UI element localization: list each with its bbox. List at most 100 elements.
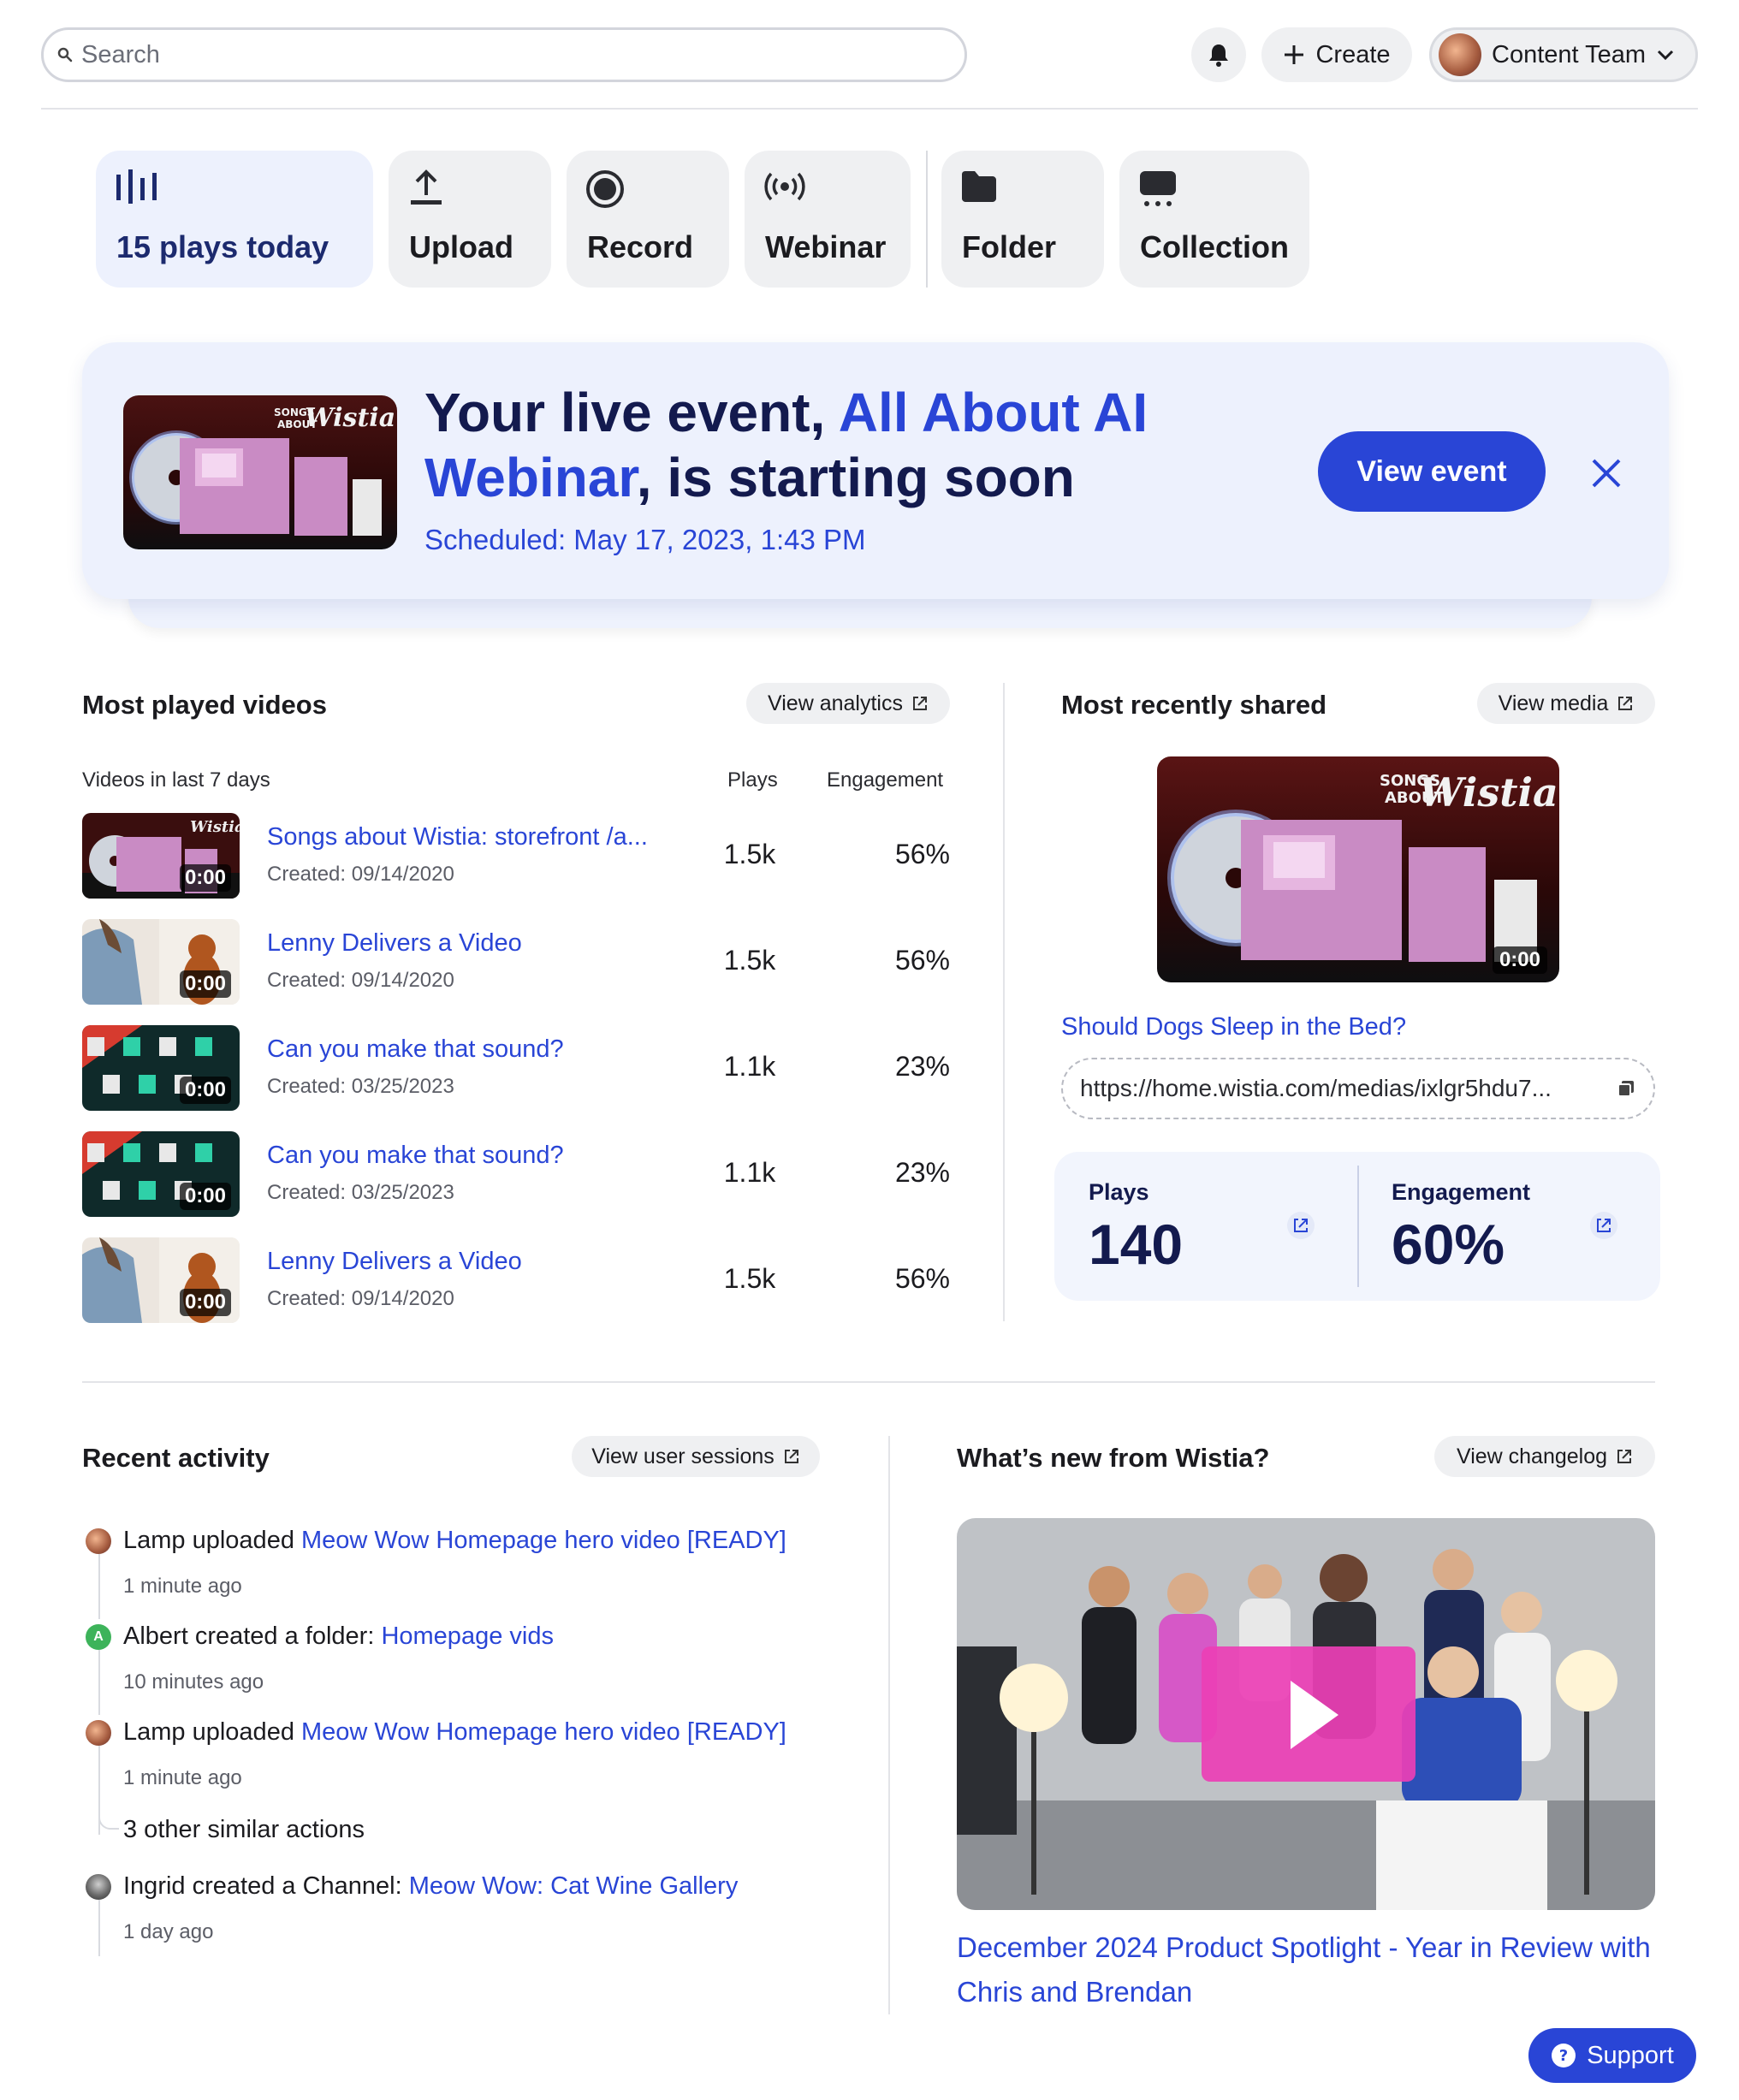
copy-icon[interactable]	[1616, 1078, 1636, 1099]
webinar-button[interactable]: Webinar	[745, 151, 911, 288]
engagement-stat-label: Engagement	[1392, 1179, 1531, 1205]
record-button[interactable]: Record	[567, 151, 729, 288]
support-button[interactable]: ? Support	[1528, 2028, 1696, 2083]
view-media-label: View media	[1498, 691, 1609, 715]
video-engagement: 56%	[894, 839, 950, 869]
news-video-thumbnail[interactable]	[957, 1518, 1655, 1910]
folder-button[interactable]: Folder	[941, 151, 1104, 288]
stats-divider	[1357, 1166, 1359, 1287]
video-title-link[interactable]: Can you make that sound?	[267, 1035, 564, 1064]
share-url-field[interactable]: https://home.wistia.com/medias/ixlgr5hdu…	[1061, 1058, 1655, 1119]
view-changelog-label: View changelog	[1456, 1444, 1608, 1468]
avatar: A	[86, 1624, 111, 1650]
video-plays: 1.5k	[723, 945, 776, 976]
shared-video-thumbnail[interactable]: Wistia SONGS ABOUT 0:00	[1157, 756, 1559, 982]
video-title-link[interactable]: Lenny Delivers a Video	[267, 1248, 522, 1276]
videos-column-header: Videos in last 7 days	[82, 768, 270, 792]
search-icon	[57, 47, 73, 62]
video-row[interactable]: Wistia 0:00 Songs about Wistia: storefro…	[82, 813, 950, 899]
video-engagement: 56%	[894, 945, 950, 976]
view-changelog-button[interactable]: View changelog	[1434, 1436, 1655, 1477]
video-created-date: Created: 09/14/2020	[267, 863, 454, 886]
svg-text:?: ?	[1559, 2047, 1568, 2065]
activity-target-link[interactable]: Meow Wow Homepage hero video [READY]	[301, 1718, 786, 1746]
video-title-link[interactable]: Can you make that sound?	[267, 1142, 564, 1170]
upload-label: Upload	[409, 229, 513, 264]
activity-target-link[interactable]: Meow Wow Homepage hero video [READY]	[301, 1527, 786, 1554]
video-plays: 1.5k	[723, 839, 776, 869]
activity-action: created a folder:	[187, 1622, 382, 1650]
view-event-button[interactable]: View event	[1318, 431, 1546, 512]
avatar	[1439, 33, 1481, 76]
video-thumbnail[interactable]: 0:00	[82, 1131, 240, 1217]
engagement-stat-value: 60%	[1392, 1213, 1505, 1276]
avatar	[86, 1528, 111, 1554]
record-label: Record	[587, 229, 694, 264]
support-label: Support	[1587, 2041, 1674, 2069]
duration-badge: 0:00	[179, 1077, 231, 1104]
team-photo-image	[957, 1518, 1655, 1910]
activity-action: uploaded	[185, 1527, 302, 1554]
video-created-date: Created: 03/25/2023	[267, 1181, 454, 1204]
search-input[interactable]	[81, 40, 937, 69]
collection-button[interactable]: Collection	[1119, 151, 1309, 288]
video-row[interactable]: 0:00 Can you make that sound? Created: 0…	[82, 1131, 950, 1217]
activity-target-link[interactable]: Homepage vids	[381, 1622, 554, 1650]
external-link-icon[interactable]	[1590, 1212, 1617, 1239]
banner-title-suffix: , is starting soon	[636, 447, 1075, 508]
share-url-text: https://home.wistia.com/medias/ixlgr5hdu…	[1080, 1075, 1552, 1101]
news-title-link[interactable]: December 2024 Product Spotlight - Year i…	[957, 1925, 1655, 2014]
upload-button[interactable]: Upload	[389, 151, 551, 288]
video-row[interactable]: 0:00 Can you make that sound? Created: 0…	[82, 1025, 950, 1111]
duration-badge: 0:00	[179, 1289, 231, 1316]
plays-today-card[interactable]: 15 plays today	[96, 151, 373, 288]
event-thumbnail[interactable]: Wistia SONGS ABOUT	[123, 395, 397, 549]
bars-icon	[116, 169, 157, 204]
svg-text:Wistia: Wistia	[190, 818, 240, 836]
duration-badge: 0:00	[1492, 946, 1547, 974]
timeline-branch	[98, 1806, 119, 1830]
notifications-button[interactable]	[1191, 27, 1246, 82]
activity-actor: Albert	[123, 1622, 188, 1650]
activity-target-link[interactable]: Meow Wow: Cat Wine Gallery	[409, 1872, 739, 1900]
view-media-button[interactable]: View media	[1477, 683, 1655, 724]
video-row[interactable]: 0:00 Lenny Delivers a Video Created: 09/…	[82, 1237, 950, 1323]
video-row[interactable]: 0:00 Lenny Delivers a Video Created: 09/…	[82, 919, 950, 1005]
similar-actions-toggle[interactable]: 3 other similar actions	[123, 1816, 365, 1844]
section-divider	[82, 1381, 1655, 1383]
folder-icon	[962, 171, 996, 202]
svg-text:SONGS: SONGS	[1380, 772, 1440, 790]
duration-badge: 0:00	[179, 970, 231, 998]
search-field[interactable]	[41, 27, 967, 82]
shared-video-title-link[interactable]: Should Dogs Sleep in the Bed?	[1061, 1013, 1406, 1041]
activity-item: Lamp uploaded Meow Wow Homepage hero vid…	[123, 1527, 786, 1555]
whats-new-heading: What’s new from Wistia?	[957, 1443, 1270, 1473]
video-title-link[interactable]: Songs about Wistia: storefront /a...	[267, 823, 648, 851]
help-icon: ?	[1552, 2044, 1576, 2067]
video-thumbnail[interactable]: 0:00	[82, 1025, 240, 1111]
actions-divider	[926, 151, 928, 288]
view-user-sessions-button[interactable]: View user sessions	[572, 1436, 820, 1477]
video-thumbnail[interactable]: 0:00	[82, 1237, 240, 1323]
video-thumbnail[interactable]: Wistia 0:00	[82, 813, 240, 899]
header-divider	[41, 108, 1698, 110]
activity-time: 10 minutes ago	[123, 1670, 264, 1694]
close-icon[interactable]	[1585, 452, 1628, 495]
video-plays: 1.1k	[723, 1157, 776, 1188]
view-analytics-button[interactable]: View analytics	[746, 683, 950, 724]
activity-action: created a Channel:	[185, 1872, 409, 1900]
recent-shared-heading: Most recently shared	[1061, 690, 1327, 720]
activity-time: 1 minute ago	[123, 1766, 242, 1789]
album-art-image: Wistia SONGS ABOUT	[123, 395, 397, 549]
recent-activity-heading: Recent activity	[82, 1443, 270, 1473]
video-thumbnail[interactable]: 0:00	[82, 919, 240, 1005]
account-menu[interactable]: Content Team	[1429, 27, 1698, 82]
column-divider	[1003, 683, 1005, 1321]
external-link-icon[interactable]	[1287, 1212, 1315, 1239]
create-button[interactable]: Create	[1261, 27, 1412, 82]
activity-action: uploaded	[185, 1718, 302, 1746]
video-title-link[interactable]: Lenny Delivers a Video	[267, 929, 522, 958]
video-engagement: 23%	[894, 1157, 950, 1188]
activity-actor: Ingrid	[123, 1872, 186, 1900]
column-divider	[888, 1436, 890, 2014]
